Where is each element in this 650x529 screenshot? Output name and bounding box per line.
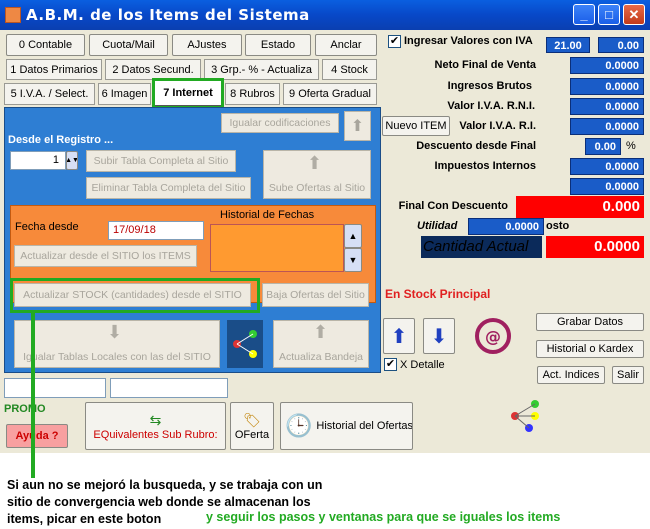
scroll-down-icon[interactable]: ▼ bbox=[344, 248, 362, 272]
valor-iva-rni-label: Valor I.V.A. R.N.I. bbox=[447, 100, 535, 112]
baja-ofertas-button[interactable]: Baja Ofertas del Sitio bbox=[262, 283, 369, 307]
final-descuento-field[interactable]: 0.000 bbox=[516, 196, 644, 218]
bottom-field-1[interactable] bbox=[4, 378, 106, 398]
spinner-icon[interactable]: ▲▼ bbox=[66, 151, 78, 170]
highlight-internet-tab bbox=[152, 78, 224, 109]
app-icon bbox=[5, 7, 21, 23]
grabar-datos-button[interactable]: Grabar Datos bbox=[536, 313, 644, 331]
equivalentes-label: EQuivalentes Sub Rubro: bbox=[93, 428, 218, 441]
utilidad-field[interactable]: 0.0000 bbox=[468, 218, 544, 235]
descuento-label: Descuento desde Final bbox=[416, 140, 536, 152]
stock-principal-label: En Stock Principal bbox=[385, 287, 491, 301]
igualar-codificaciones-button[interactable]: Igualar codificaciones bbox=[221, 113, 339, 133]
bottom-field-2[interactable] bbox=[110, 378, 228, 398]
ingresar-valores-label: Ingresar Valores con IVA bbox=[404, 35, 533, 47]
fecha-desde-input[interactable]: 17/09/18 bbox=[108, 221, 204, 240]
network-nodes-icon bbox=[505, 398, 545, 434]
caption-line-3: items, picar en este boton bbox=[7, 512, 162, 526]
equivalentes-button[interactable]: ⇆ EQuivalentes Sub Rubro: bbox=[85, 402, 226, 450]
igualar-tablas-label: Igualar Tablas Locales con las del SITIO bbox=[23, 351, 211, 363]
window-title: A.B.M. de los Items del Sistema bbox=[26, 6, 310, 24]
iva-total-field[interactable]: 0.00 bbox=[598, 37, 644, 53]
neto-final-label: Neto Final de Venta bbox=[434, 59, 536, 71]
minimize-button[interactable]: _ bbox=[573, 4, 595, 25]
nuevo-item-button[interactable]: Nuevo ITEM bbox=[382, 116, 450, 136]
tab-iva-select[interactable]: 5 I.V.A. / Select. bbox=[4, 83, 95, 105]
highlight-actualizar-stock bbox=[10, 278, 260, 313]
ingresos-brutos-field[interactable]: 0.0000 bbox=[570, 78, 644, 95]
tab-imagen[interactable]: 6 Imagen bbox=[98, 83, 151, 105]
x-detalle-label: X Detalle bbox=[400, 359, 445, 371]
final-descuento-label: Final Con Descuento bbox=[398, 200, 508, 212]
utilidad-label: Utilidad bbox=[417, 220, 458, 232]
caption-line-1: Si aun no se mejoró la busqueda, y se tr… bbox=[7, 478, 323, 492]
tab-contable[interactable]: 0 Contable bbox=[6, 34, 85, 56]
actualizar-desde-sitio-button[interactable]: Actualizar desde el SITIO los ITEMS bbox=[14, 245, 197, 267]
tray-upload-icon: ⬆ bbox=[313, 322, 329, 342]
utilidad-suffix: osto bbox=[546, 220, 570, 232]
registro-input[interactable]: 1 bbox=[10, 151, 66, 170]
clock-icon: 🕒 bbox=[285, 413, 313, 438]
upload-arrow-icon: ⬆ bbox=[307, 153, 323, 173]
desde-registro-label: Desde el Registro ... bbox=[8, 134, 114, 146]
tab-anclar[interactable]: Anclar bbox=[315, 34, 377, 56]
historial-kardex-button[interactable]: Historial o Kardex bbox=[536, 340, 644, 358]
historial-ofertas-button[interactable]: 🕒 Historial del Ofertas bbox=[280, 402, 413, 450]
ayuda-button[interactable]: Ayuda ? bbox=[6, 424, 68, 448]
tab-stock[interactable]: 4 Stock bbox=[322, 59, 377, 80]
tab-datos-primarios[interactable]: 1 Datos Primarios bbox=[6, 59, 102, 80]
historial-fechas-list[interactable] bbox=[210, 224, 344, 272]
tab-ajustes[interactable]: AJustes bbox=[172, 34, 242, 56]
move-down-icon[interactable]: ⬇ bbox=[423, 318, 455, 354]
historial-ofertas-label: Historial del Ofertas bbox=[316, 420, 413, 432]
svg-text:@: @ bbox=[485, 327, 501, 346]
oferta-tag-icon: 🏷 bbox=[243, 411, 261, 428]
iva-checkbox[interactable]: ✔ bbox=[388, 35, 401, 48]
oferta-button[interactable]: 🏷 OFerta bbox=[230, 402, 274, 450]
cantidad-label: Cantidad Actual bbox=[421, 236, 542, 258]
impuestos-field[interactable]: 0.0000 bbox=[570, 158, 644, 175]
tab-oferta-gradual[interactable]: 9 Oferta Gradual bbox=[283, 83, 377, 105]
download-arrow-icon: ⬇ bbox=[107, 322, 123, 342]
brand-logo-icon: @ bbox=[468, 316, 518, 356]
tab-grp-actualiza[interactable]: 3 Grp.- % - Actualiza bbox=[204, 59, 319, 80]
iva-rate-field[interactable]: 21.00 bbox=[546, 37, 590, 53]
descuento-field[interactable]: 0.00 bbox=[585, 138, 621, 155]
x-detalle-checkbox[interactable]: ✔ bbox=[384, 358, 397, 371]
valor-iva-ri-field[interactable]: 0.0000 bbox=[570, 118, 644, 135]
extra-value-field[interactable]: 0.0000 bbox=[570, 178, 644, 195]
maximize-button[interactable]: □ bbox=[598, 4, 620, 25]
ingresos-brutos-label: Ingresos Brutos bbox=[447, 80, 532, 92]
annotation-connector bbox=[31, 310, 35, 478]
move-up-icon[interactable]: ⬆ bbox=[383, 318, 415, 354]
historial-fechas-label: Historial de Fechas bbox=[220, 209, 315, 221]
scroll-up-icon[interactable]: ▲ bbox=[344, 224, 362, 248]
valor-iva-ri-label: Valor I.V.A. R.I. bbox=[459, 120, 536, 132]
close-button[interactable]: ✕ bbox=[623, 4, 645, 25]
up-arrow-icon[interactable]: ⬆ bbox=[344, 111, 371, 141]
fecha-desde-label: Fecha desde bbox=[15, 221, 79, 233]
actualiza-bandeja-label: Actualiza Bandeja bbox=[278, 351, 364, 363]
equivalentes-icon: ⇆ bbox=[149, 411, 162, 428]
tab-cuota-mail[interactable]: Cuota/Mail bbox=[89, 34, 168, 56]
sube-ofertas-label: Sube Ofertas al Sitio bbox=[268, 182, 366, 194]
valor-iva-rni-field[interactable]: 0.0000 bbox=[570, 98, 644, 115]
caption-green: y seguir los pasos y ventanas para que s… bbox=[206, 510, 561, 524]
neto-final-field[interactable]: 0.0000 bbox=[570, 57, 644, 74]
descuento-unit: % bbox=[626, 140, 636, 152]
salir-button[interactable]: Salir bbox=[612, 366, 644, 384]
tab-rubros[interactable]: 8 Rubros bbox=[225, 83, 280, 105]
promo-label: PROMO bbox=[4, 403, 46, 415]
network-icon bbox=[227, 320, 263, 368]
impuestos-label: Impuestos Internos bbox=[434, 160, 536, 172]
oferta-label: OFerta bbox=[234, 428, 270, 441]
subir-tabla-button[interactable]: Subir Tabla Completa al Sitio bbox=[86, 150, 236, 172]
act-indices-button[interactable]: Act. Indices bbox=[537, 366, 605, 384]
eliminar-tabla-button[interactable]: Eliminar Tabla Completa del Sitio bbox=[86, 177, 251, 199]
tab-estado[interactable]: Estado bbox=[245, 34, 311, 56]
cantidad-field[interactable]: 0.0000 bbox=[546, 236, 644, 258]
caption-line-2: sitio de convergencia web donde se almac… bbox=[7, 495, 311, 509]
tab-datos-secund[interactable]: 2 Datos Secund. bbox=[105, 59, 201, 80]
